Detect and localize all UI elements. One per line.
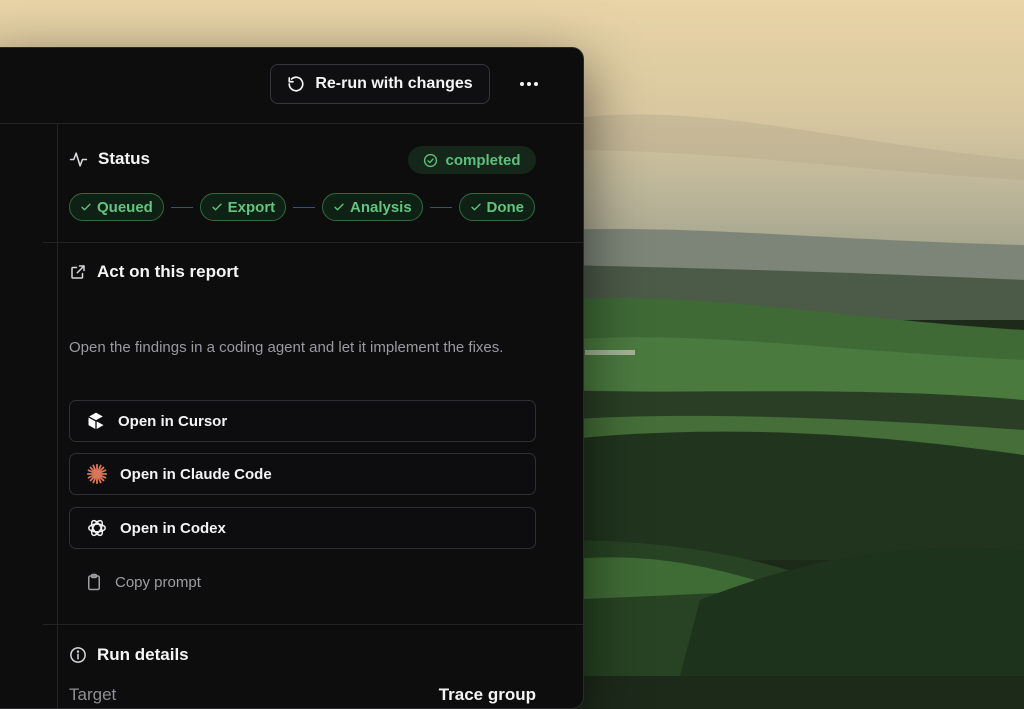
open-in-cursor-button[interactable]: Open in Cursor bbox=[69, 400, 536, 442]
copy-prompt-button[interactable]: Copy prompt bbox=[85, 568, 201, 596]
step-connector bbox=[293, 206, 315, 208]
open-in-cursor-label: Open in Cursor bbox=[118, 412, 228, 430]
claude-logo-icon bbox=[86, 463, 108, 485]
step-export: Export bbox=[199, 193, 287, 221]
status-badge: completed bbox=[408, 146, 536, 174]
act-heading: Act on this report bbox=[69, 262, 239, 282]
more-options-button[interactable] bbox=[515, 70, 543, 98]
rerun-with-changes-button[interactable]: Re-run with changes bbox=[270, 64, 490, 104]
status-badge-label: completed bbox=[445, 151, 521, 169]
open-in-codex-label: Open in Codex bbox=[120, 519, 226, 537]
step-label: Export bbox=[227, 198, 276, 216]
step-connector bbox=[429, 206, 452, 208]
check-icon bbox=[470, 203, 481, 211]
check-icon bbox=[334, 203, 344, 211]
status-heading: Status bbox=[69, 149, 150, 169]
cursor-logo-icon bbox=[88, 412, 104, 430]
status-title: Status bbox=[98, 149, 150, 168]
run-details-heading: Run details bbox=[69, 645, 189, 665]
section-divider bbox=[43, 624, 583, 625]
window-toolbar: Re-run with changes bbox=[0, 48, 583, 124]
detail-row-target: Target Trace group bbox=[69, 680, 536, 708]
step-label: Queued bbox=[97, 198, 153, 216]
report-window: Re-run with changes Status completed Que… bbox=[0, 47, 584, 709]
open-in-claude-code-label: Open in Claude Code bbox=[120, 465, 272, 483]
step-label: Analysis bbox=[349, 198, 412, 216]
act-description: Open the findings in a coding agent and … bbox=[69, 339, 504, 356]
more-horizontal-icon bbox=[520, 82, 538, 86]
external-link-icon bbox=[71, 265, 85, 279]
act-title: Act on this report bbox=[97, 262, 239, 281]
rerun-label: Re-run with changes bbox=[315, 75, 473, 92]
refresh-icon bbox=[288, 76, 304, 92]
check-icon bbox=[81, 203, 91, 211]
detail-label: Target bbox=[69, 685, 117, 704]
report-side-panel: Status completed Queued Export Analysis bbox=[43, 124, 583, 708]
activity-icon bbox=[69, 151, 88, 167]
detail-value: Trace group bbox=[438, 685, 536, 704]
check-icon bbox=[212, 203, 222, 211]
step-connector bbox=[170, 206, 193, 208]
run-details-title: Run details bbox=[97, 645, 189, 664]
step-label: Done bbox=[486, 198, 525, 216]
step-queued: Queued bbox=[69, 193, 164, 221]
copy-prompt-label: Copy prompt bbox=[115, 573, 201, 591]
step-analysis: Analysis bbox=[321, 193, 423, 221]
open-in-codex-button[interactable]: Open in Codex bbox=[69, 507, 536, 549]
open-in-claude-code-button[interactable]: Open in Claude Code bbox=[69, 453, 536, 495]
section-divider bbox=[43, 242, 583, 243]
step-done: Done bbox=[458, 193, 535, 221]
clipboard-icon bbox=[88, 573, 100, 591]
pipeline-steps: Queued Export Analysis Done bbox=[69, 193, 535, 221]
check-circle-icon bbox=[424, 153, 438, 167]
info-icon bbox=[70, 647, 86, 663]
openai-logo-icon bbox=[88, 519, 106, 537]
